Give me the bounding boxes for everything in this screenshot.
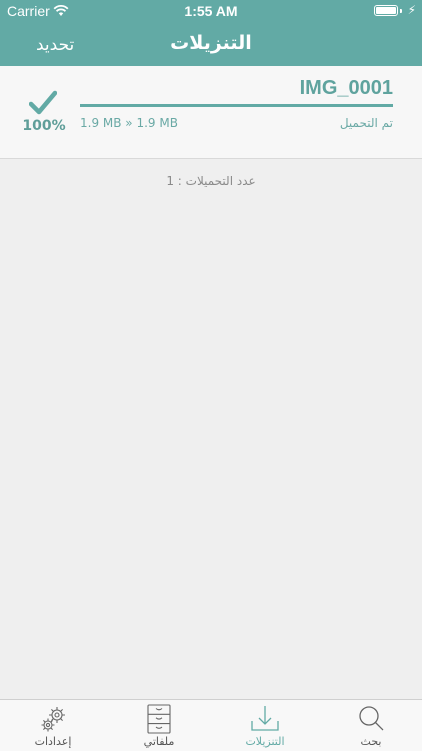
download-status: تم التحميل [339,116,393,130]
progress-bar [80,104,393,107]
battery-tip [400,9,402,13]
battery-icon [374,5,398,16]
header: Carrier 1:55 AM ⚡ تحديد التنزيلات [0,0,422,66]
page-title: التنزيلات [170,32,252,54]
download-percent: 100% [22,118,66,134]
download-size: 1.9 MB » 1.9 MB [80,116,178,130]
tab-my-files-label: ملفاتي [143,735,175,748]
gear-icon [41,707,65,732]
tab-downloads-label: التنزيلات [245,735,285,748]
tab-settings-label: إعدادات [34,735,72,748]
search-icon [359,706,384,731]
cabinet-icon [147,704,171,734]
download-icon [251,706,279,731]
checkmark-icon [29,90,57,115]
tab-settings[interactable]: إعدادات [3,704,103,750]
tab-bar: إعدادات ملفاتي التنزيلات بحث [0,699,422,751]
tab-my-files[interactable]: ملفاتي [109,704,209,750]
charging-icon: ⚡ [407,3,416,17]
progress-fill [80,104,393,107]
status-time: 1:55 AM [184,3,238,19]
file-name: IMG_0001 [299,77,393,99]
downloads-count: عدد التحميلات : 1 [166,174,256,188]
status-bar: Carrier 1:55 AM ⚡ [0,0,422,22]
tab-search[interactable]: بحث [321,704,421,750]
tab-downloads[interactable]: التنزيلات [215,704,315,750]
tab-search-label: بحث [360,735,382,748]
